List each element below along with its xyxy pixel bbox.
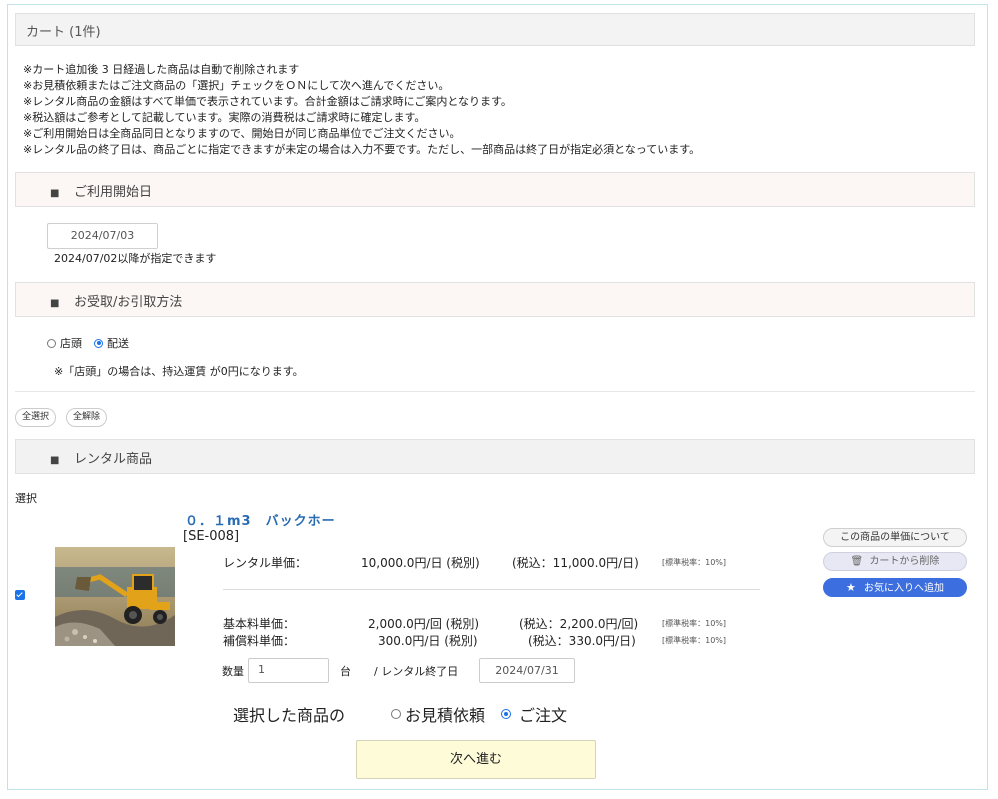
trash-icon: 🗑 (850, 556, 864, 567)
radio-quote-request-label[interactable]: お見積依頼 (405, 702, 485, 726)
pickup-heading-label: お受取/お引取方法 (74, 295, 183, 310)
select-all-button[interactable]: 全選択 (15, 408, 57, 427)
unit-price-label: レンタル単価： (223, 556, 308, 570)
unit-tax-rate: [標準税率：10%] (662, 558, 727, 567)
quantity-input[interactable]: 1 (248, 658, 329, 683)
price-divider (223, 589, 760, 590)
radio-store[interactable] (47, 338, 56, 348)
unit-price-value: 10,000.0円/日 (税別) (361, 556, 480, 570)
divider (15, 391, 975, 392)
product-name[interactable]: ０．１m3 バックホー (185, 510, 336, 529)
note-line: ※税込額はご参考として記載しています。実際の消費税はご請求時に確定します。 (23, 111, 426, 124)
cart-title: カート (1件) (15, 13, 975, 46)
comp-fee-label: 補償料単価： (223, 634, 296, 648)
square-bullet-icon: ■ (50, 455, 60, 466)
comp-fee-value: 300.0円/日 (税別) (378, 634, 478, 648)
base-fee-tax: (税込：2,200.0円/回) (519, 617, 639, 631)
rental-end-date-input[interactable]: 2024/07/31 (479, 658, 575, 683)
order-type-label: 選択した商品の (233, 706, 346, 725)
unit-price-tax: (税込：11,000.0円/日) (512, 556, 639, 570)
radio-quote-request[interactable] (391, 709, 402, 719)
comp-tax-rate: [標準税率：10%] (662, 636, 727, 645)
note-line: ※お見積依頼またはご注文商品の「選択」チェックをＯＮにして次へ進んでください。 (23, 79, 450, 92)
radio-delivery-label[interactable]: 配送 (107, 335, 129, 351)
pickup-radio-group: 店頭 配送 (47, 335, 129, 351)
start-date-heading-label: ご利用開始日 (74, 185, 153, 200)
radio-delivery[interactable] (94, 338, 103, 348)
cart-notes: ※カート追加後 3 日経過した商品は自動で削除されます ※お見積依頼またはご注文… (23, 62, 700, 158)
product-image (55, 547, 175, 646)
base-fee-value: 2,000.0円/回 (税別) (368, 617, 480, 631)
rental-end-label: / レンタル終了日 (374, 665, 459, 678)
note-line: ※レンタル商品の金額はすべて単価で表示されています。合計金額はご請求時にご案内と… (23, 95, 512, 108)
deselect-all-button[interactable]: 全解除 (66, 408, 108, 427)
note-line: ※ご利用開始日は全商品同日となりますので、開始日が同じ商品単位でご注文ください。 (23, 127, 461, 140)
price-info-button[interactable]: この商品の単価について (823, 528, 967, 547)
star-icon: ★ (845, 581, 856, 594)
select-column-label: 選択 (15, 492, 37, 505)
radio-order[interactable] (501, 709, 512, 719)
base-tax-rate: [標準税率：10%] (662, 619, 727, 628)
pickup-note: ※「店頭」の場合は、持込運賃 が0円になります。 (54, 365, 304, 378)
pickup-method-heading: ■ お受取/お引取方法 (15, 282, 975, 317)
remove-from-cart-label: カートから削除 (869, 556, 940, 567)
start-date-note: 2024/07/02以降が指定できます (54, 252, 217, 265)
note-line: ※レンタル品の終了日は、商品ごとに指定できますが未定の場合は入力不要です。ただし… (23, 143, 701, 156)
square-bullet-icon: ■ (50, 188, 60, 199)
product-code: [SE-008] (183, 529, 240, 544)
radio-order-label[interactable]: ご注文 (519, 702, 567, 726)
rental-products-heading: ■ レンタル商品 (15, 439, 975, 474)
rental-heading-label: レンタル商品 (74, 452, 153, 467)
add-favorite-button[interactable]: ★ お気に入りへ追加 (823, 578, 967, 597)
radio-store-label[interactable]: 店頭 (60, 335, 82, 351)
next-button[interactable]: 次へ進む (356, 740, 596, 779)
quantity-label: 数量 (222, 665, 244, 678)
add-favorite-label: お気に入りへ追加 (864, 583, 945, 594)
base-fee-label: 基本料単価： (223, 617, 296, 631)
order-type-group: 選択した商品の お見積依頼 ご注文 (233, 702, 567, 726)
square-bullet-icon: ■ (50, 298, 60, 309)
product-select-checkbox[interactable] (15, 590, 25, 600)
start-date-input[interactable]: 2024/07/03 (47, 223, 158, 249)
start-date-heading: ■ ご利用開始日 (15, 172, 975, 207)
remove-from-cart-button[interactable]: 🗑 カートから削除 (823, 552, 967, 571)
quantity-unit: 台 (340, 665, 351, 678)
comp-fee-tax: (税込：330.0円/日) (528, 634, 636, 648)
note-line: ※カート追加後 3 日経過した商品は自動で削除されます (23, 63, 300, 76)
